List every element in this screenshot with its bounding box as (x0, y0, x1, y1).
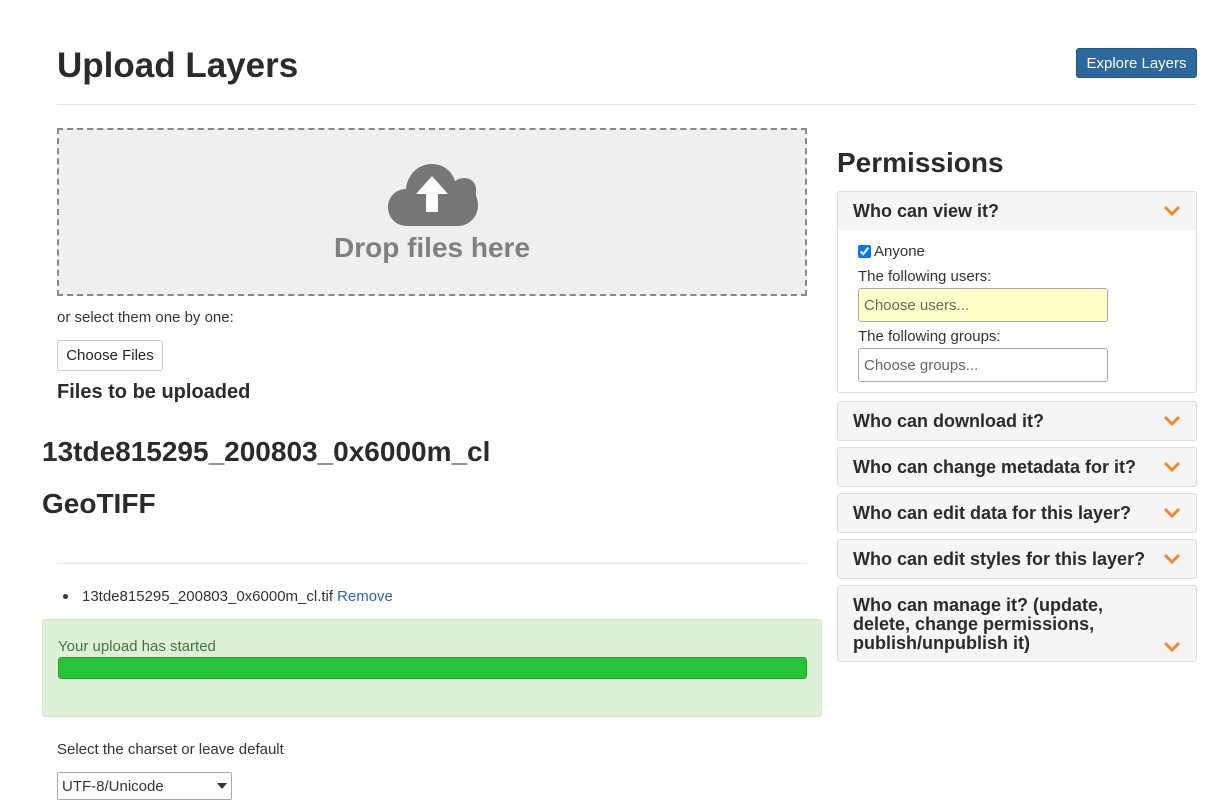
file-item-name: 13tde815295_200803_0x6000m_cl.tif (82, 588, 334, 605)
upload-status-alert: Your upload has started (42, 619, 822, 717)
upload-progress-bar (58, 657, 807, 679)
charset-selected-value: UTF-8/Unicode (62, 777, 164, 795)
header-divider (57, 104, 1197, 105)
edit-data-permission-label: Who can edit data for this layer? (853, 502, 1132, 523)
anyone-checkbox[interactable] (858, 244, 871, 258)
view-permission-label: Who can view it? (853, 200, 1000, 221)
choose-files-button[interactable]: Choose Files (57, 340, 163, 371)
edit-data-permission-header[interactable]: Who can edit data for this layer? (838, 494, 1196, 532)
manage-permission-header[interactable]: Who can manage it? (update, delete, chan… (838, 586, 1196, 661)
groups-input[interactable]: Choose groups... (858, 348, 1108, 382)
cloud-upload-icon (388, 164, 478, 226)
list-item: 13tde815295_200803_0x6000m_cl.tif Remove (63, 588, 393, 605)
file-drop-zone[interactable]: Drop files here (57, 128, 807, 296)
edit-styles-permission-panel[interactable]: Who can edit styles for this layer? (837, 539, 1197, 579)
anyone-option[interactable]: Anyone (858, 240, 1176, 262)
chevron-down-icon (1163, 415, 1181, 427)
groups-label: The following groups: (858, 328, 1001, 345)
metadata-permission-label: Who can change metadata for it? (853, 456, 1137, 477)
users-input[interactable]: Choose users... (858, 288, 1108, 322)
edit-styles-permission-label: Who can edit styles for this layer? (853, 548, 1146, 569)
files-to-upload-heading: Files to be uploaded (57, 381, 251, 403)
chevron-down-icon (1163, 461, 1181, 473)
metadata-permission-panel[interactable]: Who can change metadata for it? (837, 447, 1197, 487)
download-permission-header[interactable]: Who can download it? (838, 402, 1196, 440)
edit-styles-permission-header[interactable]: Who can edit styles for this layer? (838, 540, 1196, 578)
view-permission-body: Anyone The following users: Choose users… (838, 230, 1196, 392)
chevron-down-icon (1163, 553, 1181, 565)
charset-select[interactable]: UTF-8/Unicode (57, 772, 232, 800)
explore-layers-button[interactable]: Explore Layers (1076, 48, 1197, 78)
bullet-icon (63, 594, 68, 599)
permissions-title: Permissions (837, 147, 1004, 178)
metadata-permission-header[interactable]: Who can change metadata for it? (838, 448, 1196, 486)
remove-file-link[interactable]: Remove (337, 588, 393, 605)
manage-permission-label: Who can manage it? (update, delete, chan… (853, 595, 1104, 653)
file-type-heading: GeoTIFF (42, 488, 156, 519)
view-permission-panel: Who can view it? Anyone The following us… (837, 191, 1197, 393)
users-label: The following users: (858, 268, 992, 285)
drop-files-text: Drop files here (333, 232, 531, 263)
charset-label: Select the charset or leave default (57, 741, 284, 758)
chevron-down-icon (217, 783, 227, 789)
chevron-down-icon (1163, 205, 1181, 217)
upload-status-text: Your upload has started (58, 638, 216, 655)
chevron-down-icon (1163, 641, 1181, 653)
file-name-heading: 13tde815295_200803_0x6000m_cl (42, 436, 491, 467)
chevron-down-icon (1163, 507, 1181, 519)
download-permission-label: Who can download it? (853, 410, 1044, 431)
file-divider (57, 563, 807, 564)
manage-permission-panel[interactable]: Who can manage it? (update, delete, chan… (837, 585, 1197, 662)
select-files-hint: or select them one by one: (57, 309, 234, 326)
upload-progress-fill (58, 657, 807, 679)
page-title: Upload Layers (57, 46, 299, 85)
edit-data-permission-panel[interactable]: Who can edit data for this layer? (837, 493, 1197, 533)
anyone-label: Anyone (874, 242, 925, 260)
view-permission-header[interactable]: Who can view it? (838, 192, 1196, 230)
download-permission-panel[interactable]: Who can download it? (837, 401, 1197, 441)
